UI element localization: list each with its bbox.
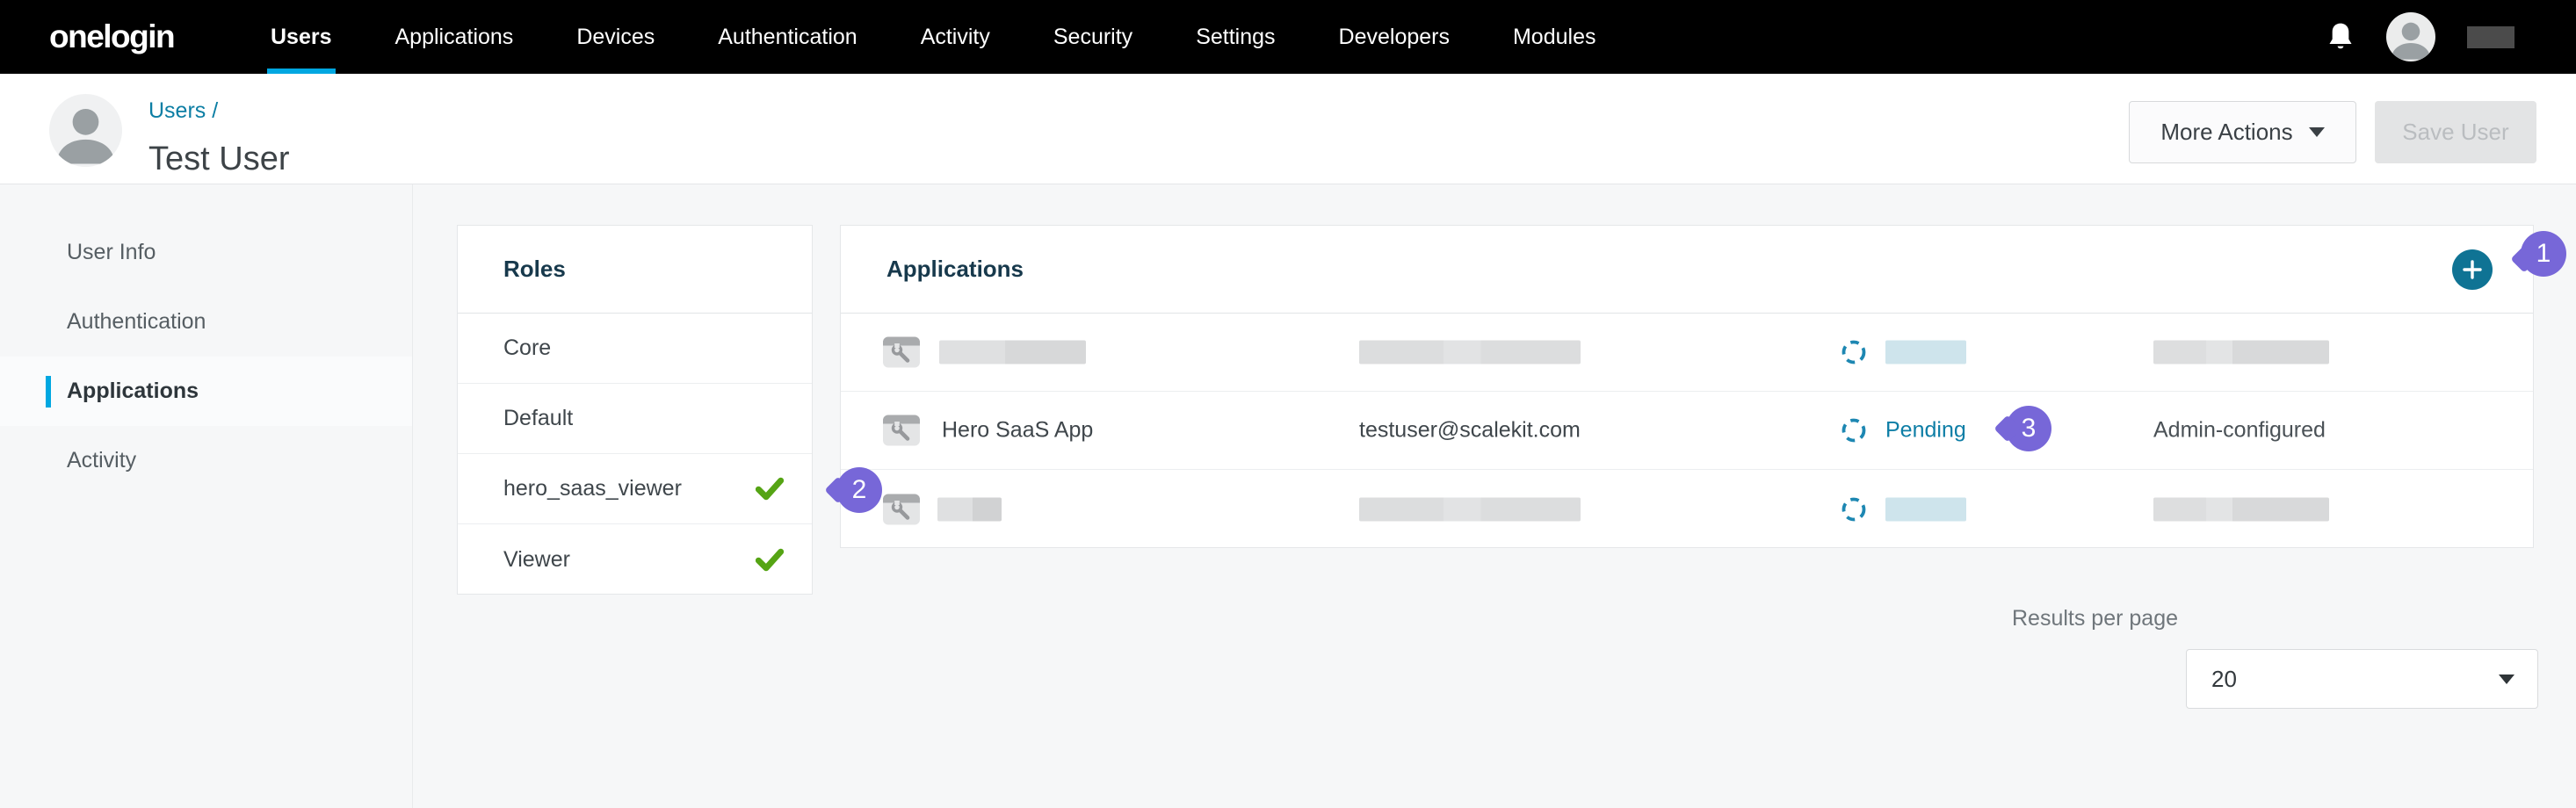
sidebar-item-user-info[interactable]: User Info — [0, 218, 412, 287]
nav-item-developers[interactable]: Developers — [1339, 0, 1450, 74]
wrench-icon — [889, 343, 912, 365]
status-pending-link[interactable]: Pending — [1885, 418, 1966, 444]
sidebar-item-activity[interactable]: Activity — [0, 426, 412, 495]
provisioning-state: Admin-configured — [2153, 418, 2326, 444]
breadcrumb-users-link[interactable]: Users / — [148, 98, 218, 124]
role-name: Default — [503, 406, 573, 431]
nav-item-activity[interactable]: Activity — [921, 0, 990, 74]
roles-panel-title: Roles — [503, 256, 566, 283]
page-size-value: 20 — [2211, 666, 2237, 693]
nav-item-authentication[interactable]: Authentication — [718, 0, 857, 74]
sidebar-item-label: User Info — [67, 240, 156, 265]
check-icon — [756, 548, 784, 572]
application-row-loading — [841, 470, 2533, 548]
application-row-loading — [841, 314, 2533, 392]
skeleton-bar-name — [937, 497, 1002, 521]
applications-panel-header: Applications — [841, 226, 2533, 314]
skeleton-bar-status — [1885, 497, 1966, 521]
skeleton-bar-status — [1885, 341, 1966, 364]
app-icon — [883, 415, 920, 446]
active-indicator — [46, 376, 51, 408]
save-user-button[interactable]: Save User — [2375, 101, 2536, 163]
role-row-viewer[interactable]: Viewer — [458, 524, 812, 595]
skeleton-bar-provisioning — [2153, 497, 2329, 521]
role-row-core[interactable]: Core — [458, 314, 812, 384]
sidebar-item-authentication[interactable]: Authentication — [0, 287, 412, 357]
role-name: Core — [503, 335, 551, 361]
results-per-page-label: Results per page — [2012, 606, 2178, 631]
loading-spinner-icon — [1840, 495, 1868, 523]
app-icon — [883, 494, 920, 524]
loading-spinner-icon — [1840, 416, 1868, 444]
nav-item-applications[interactable]: Applications — [395, 0, 514, 74]
sidebar-item-applications[interactable]: Applications — [0, 357, 412, 426]
application-row-hero-saas-app[interactable]: Hero SaaS App testuser@scalekit.com Pend… — [841, 392, 2533, 470]
sidebar: User Info Authentication Applications Ac… — [0, 184, 413, 808]
check-icon — [756, 477, 784, 501]
account-name-redacted[interactable] — [2467, 26, 2514, 48]
role-row-default[interactable]: Default — [458, 384, 812, 454]
wrench-icon — [889, 499, 912, 522]
nav-right-controls — [2326, 0, 2514, 74]
sidebar-item-label: Activity — [67, 448, 136, 473]
roles-panel: Roles Core Default hero_saas_viewer View… — [457, 225, 813, 595]
nav-item-users[interactable]: Users — [271, 0, 332, 74]
applications-panel: Applications — [840, 225, 2534, 548]
loading-spinner-icon — [1840, 338, 1868, 366]
notifications-bell-icon[interactable] — [2326, 21, 2355, 53]
page-title: Test User — [148, 141, 289, 178]
nav-item-settings[interactable]: Settings — [1196, 0, 1275, 74]
more-actions-label: More Actions — [2160, 119, 2292, 146]
annotation-badge-3: 3 — [2006, 406, 2051, 451]
account-avatar[interactable] — [2386, 12, 2435, 61]
add-application-button[interactable] — [2452, 249, 2493, 290]
primary-nav: Users Applications Devices Authenticatio… — [271, 0, 1596, 74]
nav-item-devices[interactable]: Devices — [576, 0, 655, 74]
role-name: hero_saas_viewer — [503, 476, 682, 501]
skeleton-bar-provisioning — [2153, 341, 2329, 364]
skeleton-bar-login — [1359, 497, 1581, 521]
page-header: Users / Test User More Actions Save User — [0, 74, 2576, 184]
application-name: Hero SaaS App — [942, 418, 1093, 444]
nav-item-modules[interactable]: Modules — [1513, 0, 1596, 74]
skeleton-bar-name — [939, 341, 1086, 364]
nav-item-security[interactable]: Security — [1053, 0, 1132, 74]
caret-down-icon — [2499, 675, 2514, 684]
page-size-select[interactable]: 20 — [2186, 649, 2538, 709]
wrench-icon — [889, 421, 912, 444]
sidebar-item-label: Applications — [67, 379, 199, 404]
role-name: Viewer — [503, 547, 570, 573]
annotation-badge-1: 1 — [2521, 231, 2566, 277]
onelogin-logo[interactable]: onelogin — [49, 18, 174, 55]
role-row-hero-saas-viewer[interactable]: hero_saas_viewer — [458, 454, 812, 524]
caret-down-icon — [2309, 127, 2325, 137]
applications-panel-title: Applications — [886, 256, 1024, 283]
plus-icon — [2461, 258, 2484, 281]
user-profile-avatar — [49, 94, 122, 167]
person-icon — [2386, 12, 2435, 61]
sidebar-item-label: Authentication — [67, 309, 206, 335]
roles-panel-header: Roles — [458, 226, 812, 314]
top-nav: onelogin Users Applications Devices Auth… — [0, 0, 2576, 74]
onelogin-admin-page: onelogin Users Applications Devices Auth… — [0, 0, 2576, 808]
annotation-badge-2: 2 — [836, 467, 882, 513]
content-area: User Info Authentication Applications Ac… — [0, 184, 2576, 808]
person-icon — [49, 94, 122, 167]
skeleton-bar-login — [1359, 341, 1581, 364]
more-actions-button[interactable]: More Actions — [2129, 101, 2356, 163]
app-icon — [883, 337, 920, 368]
application-login: testuser@scalekit.com — [1359, 418, 1581, 444]
